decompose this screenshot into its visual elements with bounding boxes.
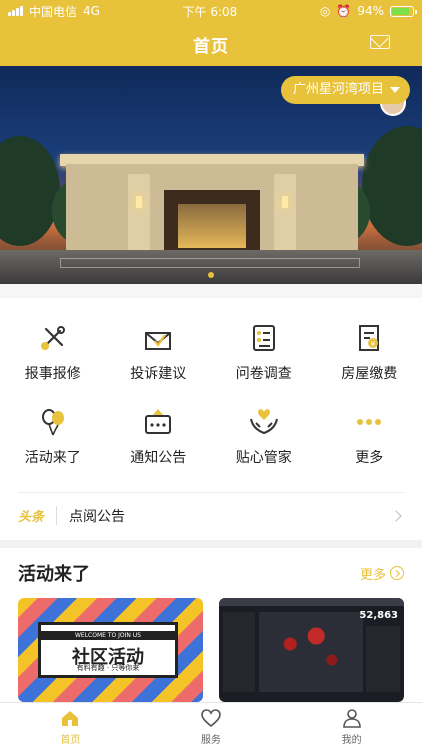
service-label: 贴心管家 — [235, 450, 292, 466]
service-label: 通知公告 — [130, 450, 187, 466]
headline-text: 点阅公告 — [69, 508, 126, 525]
activity-card-community[interactable]: WELCOME TO JOIN US 社区活动 有料有趣 · 只等你来 — [18, 598, 203, 702]
survey-checklist-icon — [252, 325, 275, 351]
heart-icon — [201, 709, 221, 728]
battery-icon — [389, 5, 417, 17]
status-bar: 中国电信 4G 下午 6:08 ◎ ⏰ 94% — [0, 0, 422, 22]
service-label: 活动来了 — [24, 450, 81, 466]
tab-home[interactable]: 首页 — [0, 703, 141, 750]
poster-banner: WELCOME TO JOIN US — [41, 631, 175, 640]
network-type: 4G — [83, 4, 100, 18]
home-icon — [62, 711, 79, 726]
service-label: 房屋缴费 — [341, 366, 398, 382]
pillar-right — [274, 174, 296, 250]
service-complaint[interactable]: 投诉建议 — [106, 310, 212, 394]
service-payment[interactable]: ¥ 房屋缴费 — [317, 310, 422, 394]
activity-poster: WELCOME TO JOIN US 社区活动 有料有趣 · 只等你来 — [38, 622, 178, 678]
service-more[interactable]: 更多 — [317, 394, 422, 478]
carousel-indicator — [0, 272, 422, 278]
tab-services[interactable]: 服务 — [141, 703, 282, 750]
user-icon — [342, 709, 361, 728]
chevron-circle-icon — [390, 566, 404, 580]
dashboard-sidebar — [223, 612, 255, 692]
dashboard-stats — [366, 626, 400, 692]
notice-board-icon — [145, 409, 172, 434]
svg-text:¥: ¥ — [371, 340, 376, 348]
pillar-left — [128, 174, 150, 250]
section-title: 活动来了 — [18, 564, 90, 585]
battery-level: 94% — [357, 4, 384, 18]
location-selector[interactable]: 广州星河湾项目 — [280, 76, 410, 104]
page-title: 首页 — [193, 36, 229, 57]
lamp-left — [136, 196, 142, 208]
service-label: 报事报修 — [24, 366, 81, 382]
chevron-right-icon — [390, 509, 402, 522]
tab-label: 我的 — [341, 735, 362, 746]
balloon-icon — [41, 409, 64, 436]
gate-light — [178, 204, 246, 248]
more-label: 更多 — [359, 567, 386, 583]
service-notice[interactable]: 通知公告 — [106, 394, 212, 478]
services-panel: 报事报修 投诉建议 问卷调查 ¥ 房屋缴费 活动来了 通知公告 贴心管家 更多 — [0, 284, 422, 540]
service-activities[interactable]: 活动来了 — [0, 394, 106, 478]
repair-tools-icon — [40, 326, 65, 350]
care-hands-icon — [249, 409, 278, 435]
headline-notice[interactable]: 头条 点阅公告 — [18, 492, 404, 538]
hero-banner[interactable]: 广州星河湾项目 — [0, 66, 422, 284]
headline-tag: 头条 — [18, 506, 58, 525]
carrier: 中国电信 — [29, 4, 78, 19]
lock-rotation-icon: ◎ — [319, 4, 331, 18]
poster-subtitle: 有料有趣 · 只等你来 — [76, 664, 140, 672]
complaint-envelope-icon — [145, 332, 172, 350]
service-label: 问卷调查 — [235, 366, 292, 382]
world-map — [259, 612, 363, 692]
more-link[interactable]: 更多 — [360, 564, 404, 583]
service-survey[interactable]: 问卷调查 — [211, 310, 317, 394]
tab-mine[interactable]: 我的 — [281, 703, 422, 750]
clock: 下午 6:08 — [182, 4, 238, 19]
plaza-pattern — [60, 258, 360, 268]
dashboard-topbar — [219, 598, 404, 606]
alarm-icon: ⏰ — [336, 4, 352, 18]
tab-label: 首页 — [60, 735, 81, 746]
tab-label: 服务 — [201, 735, 221, 746]
title-bar: 首页 — [0, 22, 422, 66]
lamp-right — [282, 196, 288, 208]
service-label: 投诉建议 — [130, 366, 187, 382]
activity-card-dashboard[interactable]: 52,863 — [219, 598, 404, 702]
service-label: 更多 — [355, 450, 384, 466]
signal-icon — [8, 6, 23, 16]
mail-icon[interactable] — [370, 35, 390, 49]
activities-section: 活动来了 更多 WELCOME TO JOIN US 社区活动 有料有趣 · 只… — [0, 548, 422, 702]
app-header: 中国电信 4G 下午 6:08 ◎ ⏰ 94% 首页 — [0, 0, 422, 66]
more-dots-icon — [357, 419, 382, 425]
house-payment-icon: ¥ — [359, 325, 380, 351]
bottom-tab-bar: 首页 服务 我的 — [0, 702, 422, 750]
service-repair[interactable]: 报事报修 — [0, 310, 106, 394]
dashboard-number: 52,863 — [359, 610, 398, 621]
service-butler[interactable]: 贴心管家 — [211, 394, 317, 478]
